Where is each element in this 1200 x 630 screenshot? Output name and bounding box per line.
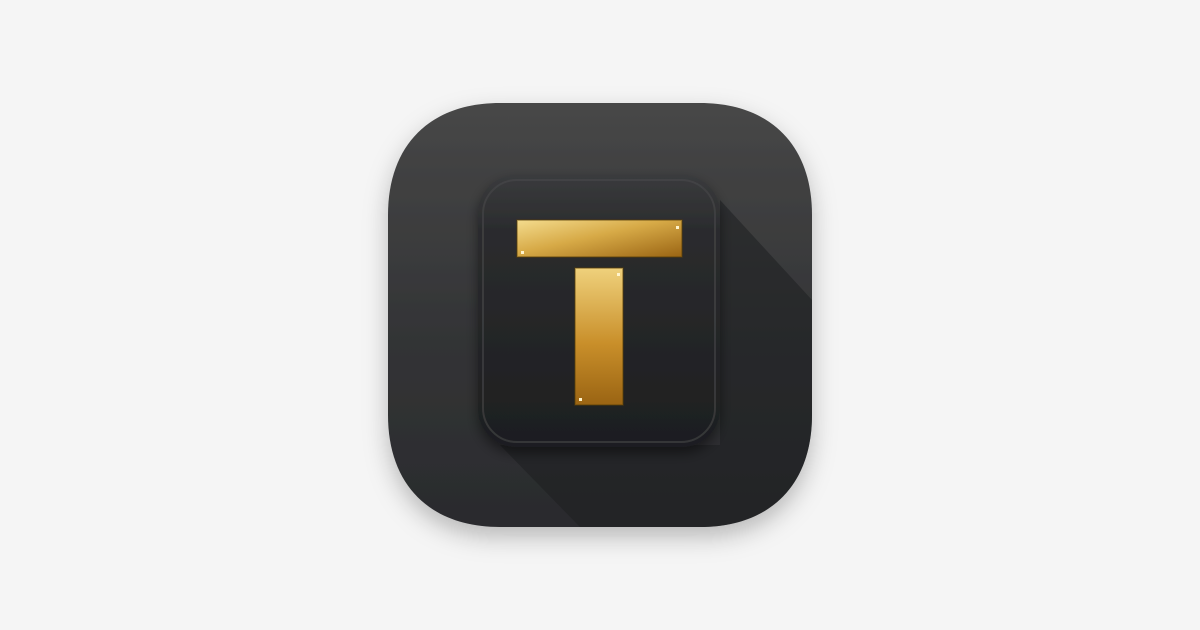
- t-stem: [575, 268, 623, 405]
- app-icon-canvas: [0, 0, 1200, 630]
- app-icon-svg: [0, 0, 1200, 630]
- t-crossbar: [517, 220, 682, 257]
